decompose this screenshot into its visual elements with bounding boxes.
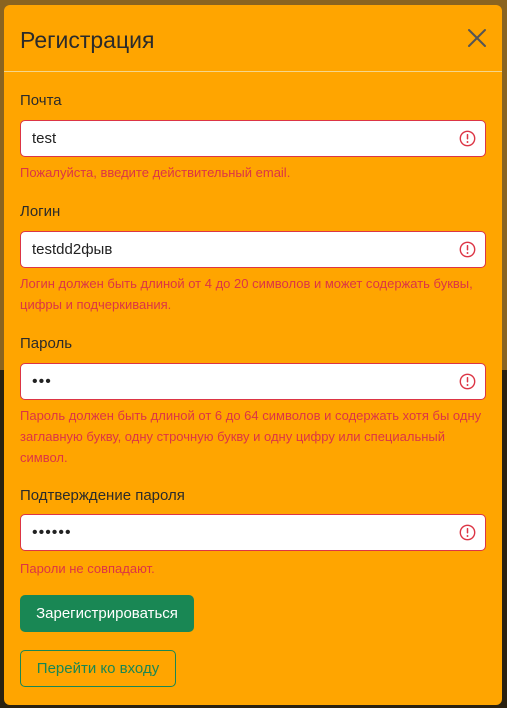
warning-circle-icon [459, 373, 476, 390]
warning-circle-icon [459, 524, 476, 541]
login-label: Логин [20, 203, 61, 220]
password-confirm-label: Подтверждение пароля [20, 487, 185, 504]
login-field[interactable] [21, 232, 451, 267]
password-confirm-field-wrapper [20, 514, 486, 551]
login-error: Логин должен быть длиной от 4 до 20 симв… [20, 276, 473, 312]
email-field-wrapper [20, 120, 486, 157]
modal-title: Регистрация [20, 27, 155, 53]
email-error: Пожалуйста, введите действительный email… [20, 165, 291, 180]
password-field[interactable] [21, 364, 451, 399]
email-label: Почта [20, 92, 62, 109]
email-field[interactable] [21, 121, 451, 156]
password-label: Пароль [20, 335, 73, 352]
register-button[interactable]: Зарегистрироваться [20, 595, 194, 632]
go-to-login-button[interactable]: Перейти ко входу [20, 650, 176, 687]
password-field-wrapper [20, 363, 486, 400]
password-confirm-field[interactable] [21, 515, 451, 550]
password-error: Пароль должен быть длиной от 6 до 64 сим… [20, 408, 482, 465]
password-confirm-error: Пароли не совпадают. [20, 561, 155, 576]
warning-circle-icon [459, 241, 476, 258]
registration-modal: Регистрация Почта Пожалуйста, введите де… [4, 5, 502, 705]
close-button[interactable] [466, 27, 488, 49]
warning-circle-icon [459, 130, 476, 147]
close-icon [468, 29, 486, 47]
modal-header: Регистрация [4, 5, 502, 72]
login-field-wrapper [20, 231, 486, 268]
